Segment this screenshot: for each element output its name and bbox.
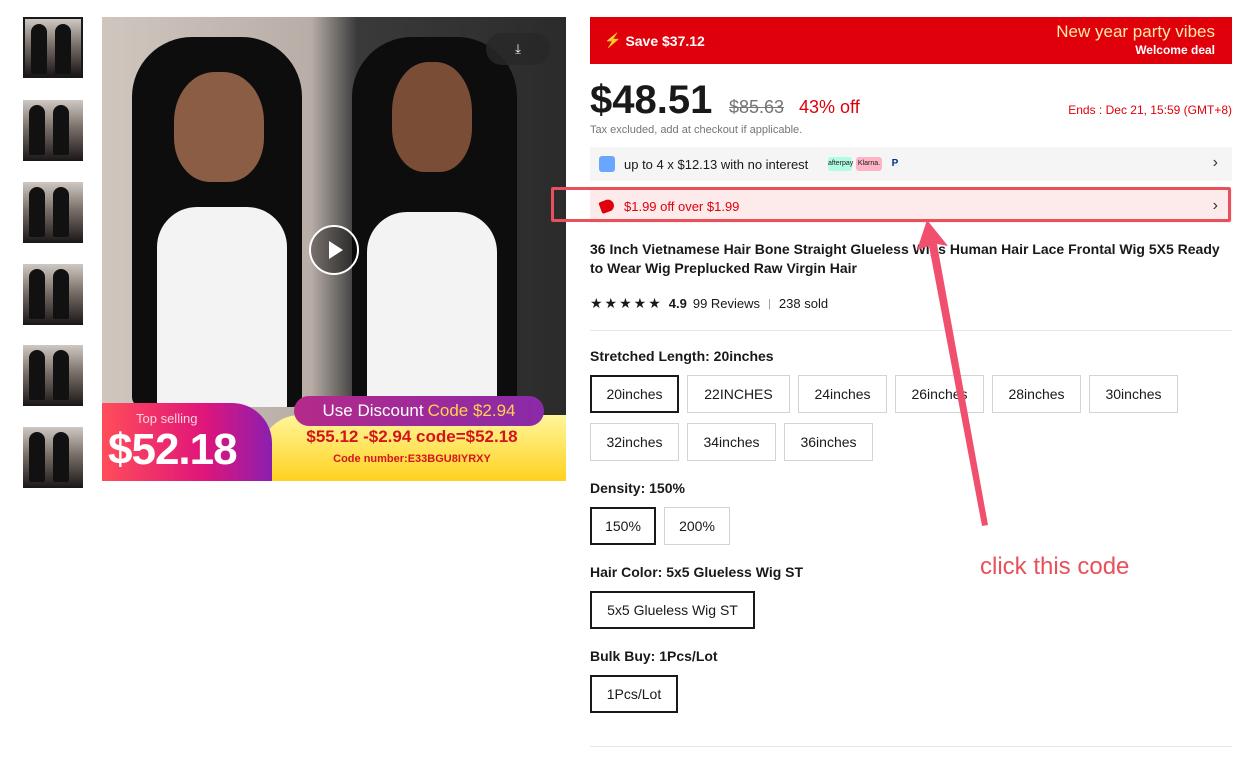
bulk-buy-label: Bulk Buy: 1Pcs/Lot	[590, 648, 718, 664]
star-rating-icon: ★★★★★	[590, 295, 663, 311]
promo-title: New year party vibes	[1056, 22, 1215, 41]
banner-price: $52.18	[108, 425, 238, 474]
promo-subtitle: Welcome deal	[1135, 43, 1215, 57]
sold-count: 238 sold	[778, 296, 829, 311]
annotation-text: click this code	[980, 553, 1130, 580]
original-price: $85.63	[729, 97, 785, 117]
thumbnail[interactable]	[23, 182, 83, 243]
hair-color-option[interactable]: 5x5 Glueless Wig ST	[590, 591, 755, 629]
download-button[interactable]: ⤓	[486, 33, 550, 65]
length-option[interactable]: 36inches	[784, 423, 873, 461]
reviews-link[interactable]: 99 Reviews	[693, 296, 760, 311]
length-option[interactable]: 22INCHES	[687, 375, 790, 413]
installments-row[interactable]: up to 4 x $12.13 with no interest afterp…	[590, 147, 1232, 181]
density-label: Density: 150%	[590, 480, 685, 496]
current-price: $48.51	[590, 78, 713, 122]
thumbnail[interactable]	[23, 100, 83, 161]
klarna-logo: Klarna.	[856, 157, 882, 171]
annotation-highlight-box	[551, 187, 1231, 222]
thumbnail[interactable]	[23, 345, 83, 406]
thumbnail[interactable]	[23, 17, 83, 78]
save-bar: ⚡ Save $37.12 New year party vibes Welco…	[590, 17, 1232, 64]
deal-ends: Ends : Dec 21, 15:59 (GMT+8)	[1068, 103, 1232, 117]
installments-text: up to 4 x $12.13 with no interest	[624, 157, 809, 172]
hair-color-label: Hair Color: 5x5 Glueless Wig ST	[590, 564, 804, 580]
thumbnail[interactable]	[23, 427, 83, 488]
length-option[interactable]: 34inches	[687, 423, 776, 461]
paypal-logo: P	[891, 158, 899, 169]
lightning-icon: ⚡	[604, 32, 622, 48]
annotation-arrow	[917, 220, 988, 526]
length-label: Stretched Length: 20inches	[590, 348, 774, 364]
length-option[interactable]: 20inches	[590, 375, 679, 413]
use-discount-pill: Use Discount Code $2.94	[294, 396, 544, 426]
afterpay-logo: afterpay	[828, 157, 853, 171]
save-text: Save $37.12	[625, 32, 705, 49]
chevron-right-icon: ›	[1212, 154, 1218, 171]
discount-calc-text: $55.12 -$2.94 code=$52.18	[306, 427, 518, 446]
download-icon: ⤓	[515, 41, 521, 56]
rating-value: 4.9	[668, 296, 687, 311]
length-option[interactable]: 32inches	[590, 423, 679, 461]
length-option[interactable]: 24inches	[798, 375, 887, 413]
rating-row: ★★★★★ 4.9 99 Reviews | 238 sold	[590, 295, 829, 311]
top-selling-label: Top selling	[136, 411, 198, 426]
divider	[590, 746, 1232, 747]
calendar-icon	[599, 156, 615, 172]
code-number-text: Code number:E33BGU8IYRXY	[333, 453, 491, 465]
bulk-buy-option[interactable]: 1Pcs/Lot	[590, 675, 678, 713]
length-option[interactable]: 28inches	[992, 375, 1081, 413]
density-option[interactable]: 200%	[664, 507, 730, 545]
length-option[interactable]: 30inches	[1089, 375, 1178, 413]
play-icon	[329, 241, 343, 259]
discount-percent: 43% off	[799, 97, 860, 117]
tax-note: Tax excluded, add at checkout if applica…	[590, 124, 803, 136]
product-main-image[interactable]: ⤓ Top selling $52.18 Use Discount Code $…	[102, 17, 566, 481]
density-option[interactable]: 150%	[590, 507, 656, 545]
thumbnail[interactable]	[23, 264, 83, 325]
play-button[interactable]	[309, 225, 359, 275]
top-selling-badge: Top selling $52.18	[102, 403, 272, 481]
